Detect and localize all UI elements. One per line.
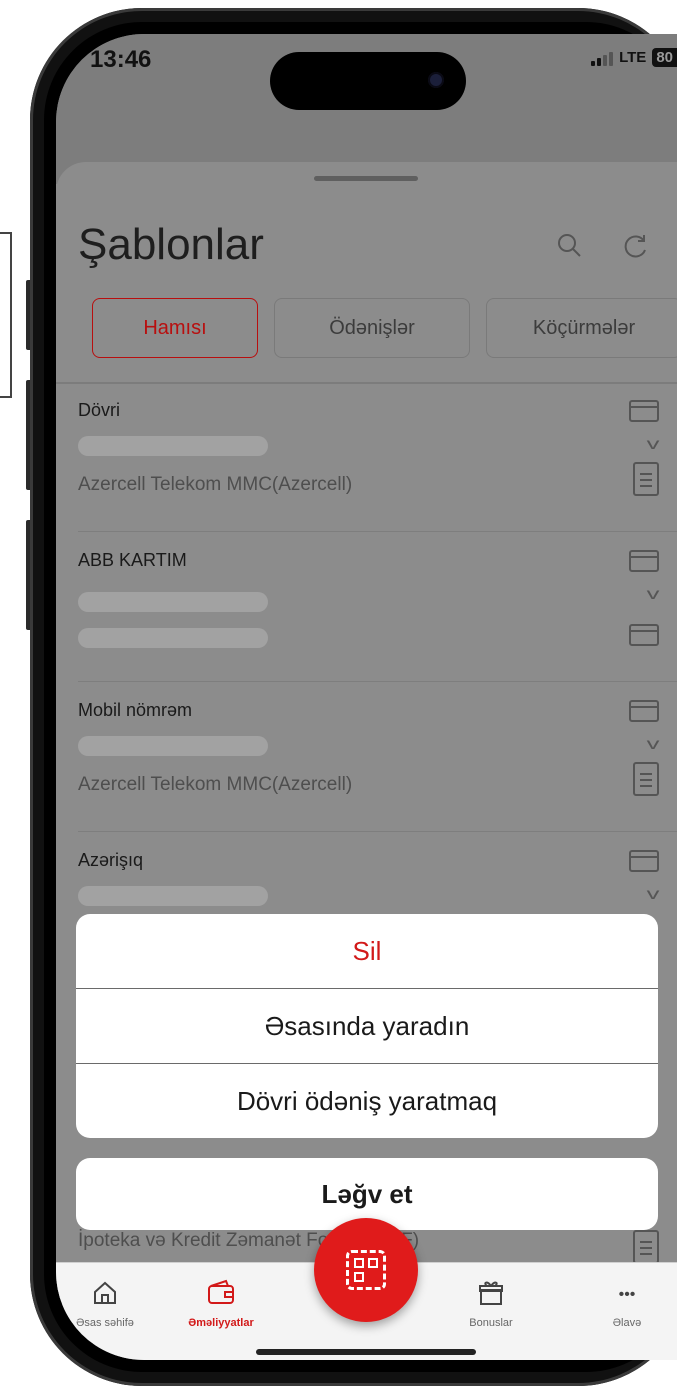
nav-label: Əlavə	[612, 1317, 642, 1329]
dynamic-island	[270, 52, 466, 110]
chevron-down-icon[interactable]: v	[647, 436, 660, 454]
nav-more[interactable]: ••• Əlavə	[572, 1279, 677, 1329]
template-item[interactable]: Dövri Azercell Telekom MMC(Azercell) v	[56, 382, 677, 532]
qr-scan-icon	[346, 1250, 386, 1290]
camera-icon	[428, 72, 444, 88]
nav-label: Əsas səhifə	[76, 1317, 134, 1329]
sheet-grabber[interactable]	[314, 176, 418, 181]
phone-screen: 13:46 LTE 80 Şablonlar Hamısı Ödənişlər …	[56, 34, 677, 1360]
template-provider: Azercell Telekom MMC(Azercell)	[78, 774, 353, 795]
masked-value	[78, 592, 268, 612]
chevron-down-icon[interactable]: v	[647, 736, 660, 754]
home-icon	[56, 1279, 160, 1311]
gift-icon	[436, 1279, 546, 1311]
nav-label: Bonuslar	[469, 1317, 513, 1329]
nav-operations[interactable]: Əməliyyatlar	[166, 1279, 276, 1329]
chevron-down-icon[interactable]: v	[647, 886, 660, 904]
nav-bonuses[interactable]: Bonuslar	[436, 1279, 546, 1329]
masked-value	[78, 628, 268, 648]
template-name: ABB KARTIM	[78, 550, 187, 570]
tab-payments[interactable]: Ödənişlər	[274, 298, 470, 358]
status-time: 13:46	[90, 46, 152, 73]
refresh-icon[interactable]	[622, 232, 650, 268]
action-sheet: Sil Əsasında yaradın Dövri ödəniş yaratm…	[76, 914, 658, 1138]
template-item[interactable]: ABB KARTIM v	[56, 532, 677, 682]
card-icon[interactable]	[629, 624, 659, 646]
nav-label: Əməliyyatlar	[188, 1317, 254, 1329]
template-provider: Azercell Telekom MMC(Azercell)	[78, 474, 353, 495]
masked-value	[78, 886, 268, 906]
delete-button[interactable]: Sil	[76, 914, 658, 988]
template-item[interactable]: Mobil nömrəm Azercell Telekom MMC(Azerce…	[56, 682, 677, 832]
wallet-icon	[166, 1279, 276, 1311]
card-icon[interactable]	[629, 400, 659, 422]
card-icon[interactable]	[629, 550, 659, 572]
qr-scan-button[interactable]	[314, 1218, 418, 1322]
side-bracket	[0, 232, 12, 398]
card-icon[interactable]	[629, 850, 659, 872]
create-based-on-button[interactable]: Əsasında yaradın	[76, 988, 658, 1063]
create-recurring-payment-button[interactable]: Dövri ödəniş yaratmaq	[76, 1063, 658, 1138]
chevron-down-icon[interactable]: v	[647, 586, 660, 604]
template-name: Mobil nömrəm	[78, 700, 193, 720]
page-title: Şablonlar	[78, 220, 264, 269]
document-icon[interactable]	[633, 462, 659, 496]
document-icon[interactable]	[633, 762, 659, 796]
battery-icon: 80	[652, 48, 677, 67]
filter-tabs: Hamısı Ödənişlər Köçürmələr	[92, 298, 677, 358]
card-icon[interactable]	[629, 700, 659, 722]
masked-value	[78, 736, 268, 756]
network-type: LTE	[619, 49, 647, 66]
document-icon	[633, 1230, 659, 1264]
home-indicator[interactable]	[256, 1349, 476, 1355]
masked-value	[78, 436, 268, 456]
tab-transfers[interactable]: Köçürmələr	[486, 298, 677, 358]
nav-home[interactable]: Əsas səhifə	[56, 1279, 160, 1329]
signal-icon	[591, 50, 614, 66]
tab-all[interactable]: Hamısı	[92, 298, 258, 358]
search-icon[interactable]	[556, 232, 584, 268]
status-indicators: LTE 80	[591, 48, 677, 67]
more-icon: •••	[618, 1286, 636, 1303]
template-name: Dövri	[78, 400, 121, 420]
template-name: Azərişıq	[78, 850, 144, 870]
